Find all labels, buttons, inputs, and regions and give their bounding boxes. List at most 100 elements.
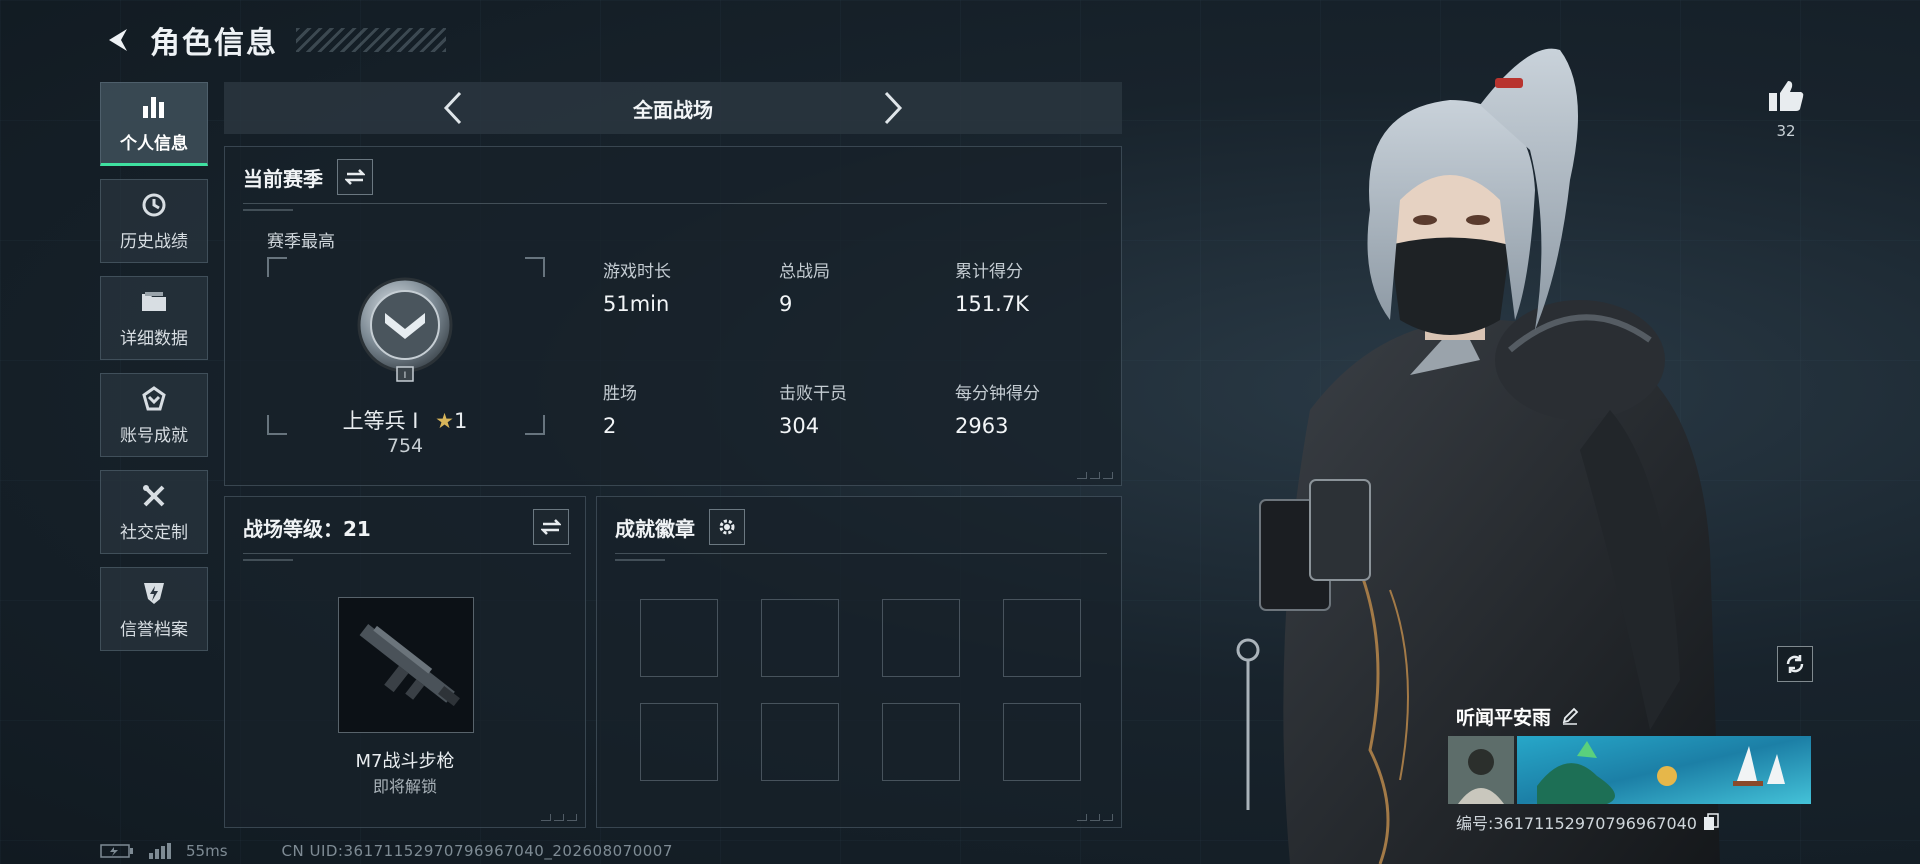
battlefield-level-panel: 战场等级：21 M7战斗步枪 即将解锁 [224, 496, 586, 828]
frame-corner [525, 257, 545, 277]
swap-icon [541, 519, 561, 535]
stat-label: 累计得分 [955, 262, 1023, 282]
refresh-button[interactable] [1777, 646, 1813, 682]
rank-badge-icon: I [357, 277, 453, 382]
mode-selector: 全面战场 [224, 82, 1122, 134]
badge-slot[interactable] [640, 599, 718, 677]
badge-slot[interactable] [882, 703, 960, 781]
frame-corner [267, 257, 287, 277]
ping-text: 55ms [186, 842, 228, 860]
stat-total-score: 累计得分 151.7K [955, 257, 1029, 316]
like-count: 32 [1776, 122, 1796, 140]
achievement-emblem-icon [139, 385, 169, 413]
badges-panel-header: 成就徽章 [615, 509, 745, 545]
panel-corner-deco [1077, 472, 1113, 479]
banner-image [1517, 736, 1811, 804]
sidebar-item-personal-info[interactable]: 个人信息 [100, 82, 208, 166]
divider [615, 553, 1107, 554]
rank-name-row: 上等兵 I ★1 [305, 405, 505, 435]
sidebar-item-detailed-data[interactable]: 详细数据 [100, 276, 208, 360]
badge-slot[interactable] [761, 703, 839, 781]
page-title: 角色信息 [150, 26, 278, 61]
stat-value: 2 [603, 414, 617, 438]
frame-corner [525, 415, 545, 435]
sidebar-item-label: 社交定制 [120, 522, 188, 543]
stat-value: 2963 [955, 414, 1009, 438]
next-mode-button[interactable] [873, 86, 913, 130]
shield-lightning-icon [139, 579, 169, 607]
player-card-banner[interactable] [1448, 736, 1818, 804]
divider-accent [615, 559, 665, 561]
refresh-icon [1786, 655, 1804, 673]
chevron-left-icon [443, 91, 462, 125]
battlefield-panel-header: 战场等级：21 [243, 509, 569, 545]
back-button[interactable] [100, 22, 136, 58]
rank-stars: 1 [454, 409, 468, 433]
copy-icon [1704, 813, 1719, 830]
sidebar: 个人信息 历史战绩 详细数据 账号成就 社交定制 信誉档案 [100, 82, 210, 664]
history-clock-icon [139, 191, 169, 219]
stat-label: 每分钟得分 [955, 384, 1040, 404]
star-icon: ★ [435, 409, 454, 433]
player-id: 编号:36171152970796967040 [1456, 814, 1697, 833]
stat-label: 游戏时长 [603, 262, 671, 282]
weapon-thumbnail[interactable] [338, 597, 474, 733]
divider-accent [243, 209, 293, 211]
gear-icon [719, 519, 735, 535]
panel-corner-deco [1077, 814, 1113, 821]
title-decoration [296, 28, 446, 52]
rank-name: 上等兵 I [342, 409, 419, 433]
edit-name-button[interactable] [1561, 707, 1579, 725]
badges-settings-button[interactable] [709, 509, 745, 545]
season-switch-button[interactable] [337, 159, 373, 195]
sidebar-item-history[interactable]: 历史战绩 [100, 179, 208, 263]
sidebar-item-label: 历史战绩 [120, 231, 188, 252]
badge-slot[interactable] [882, 599, 960, 677]
sidebar-item-reputation[interactable]: 信誉档案 [100, 567, 208, 651]
battlefield-level-title: 战场等级：21 [243, 516, 371, 541]
player-name-row: 听闻平安雨 [1448, 700, 1818, 732]
sidebar-item-label: 账号成就 [120, 425, 188, 446]
battlefield-switch-button[interactable] [533, 509, 569, 545]
mode-title: 全面战场 [633, 97, 713, 122]
prev-mode-button[interactable] [433, 86, 473, 130]
bar-chart-icon [139, 93, 169, 121]
badge-slot[interactable] [1003, 703, 1081, 781]
stat-score-per-minute: 每分钟得分 2963 [955, 379, 1040, 438]
panel-corner-deco [541, 814, 577, 821]
like-button[interactable]: 32 [1762, 78, 1810, 140]
sidebar-item-label: 个人信息 [120, 133, 188, 154]
chevron-right-icon [884, 91, 903, 125]
season-best-label: 赛季最高 [267, 232, 335, 252]
stat-value: 151.7K [955, 292, 1029, 316]
sidebar-item-social-custom[interactable]: 社交定制 [100, 470, 208, 554]
folder-icon [139, 288, 169, 316]
badges-title: 成就徽章 [615, 516, 695, 541]
svg-text:I: I [404, 371, 407, 381]
season-panel-header: 当前赛季 [243, 159, 373, 195]
badge-slot[interactable] [1003, 599, 1081, 677]
pencil-icon [1562, 707, 1579, 725]
avatar [1448, 736, 1514, 804]
stat-kills: 击败干员 304 [779, 379, 847, 438]
swap-icon [345, 169, 365, 185]
stat-label: 击败干员 [779, 384, 847, 404]
copy-id-button[interactable] [1703, 813, 1719, 831]
achievement-badges-panel: 成就徽章 [596, 496, 1122, 828]
thumbs-up-icon [1769, 81, 1804, 111]
status-footer: 55ms CN UID:36171152970796967040_2026080… [100, 842, 673, 860]
badge-slot[interactable] [761, 599, 839, 677]
stat-total-matches: 总战局 9 [779, 257, 830, 316]
sidebar-item-achievements[interactable]: 账号成就 [100, 373, 208, 457]
sidebar-item-label: 详细数据 [120, 328, 188, 349]
sidebar-item-label: 信誉档案 [120, 619, 188, 640]
badge-slot[interactable] [640, 703, 718, 781]
battery-icon [100, 844, 133, 858]
back-arrow-icon [109, 29, 127, 51]
rifle-icon [359, 624, 460, 707]
rank-score: 754 [386, 435, 424, 457]
page-header: 角色信息 [100, 18, 446, 62]
weapon-unlock-status: 即将解锁 [372, 777, 437, 796]
divider-accent [243, 559, 293, 561]
tools-icon [139, 482, 169, 510]
